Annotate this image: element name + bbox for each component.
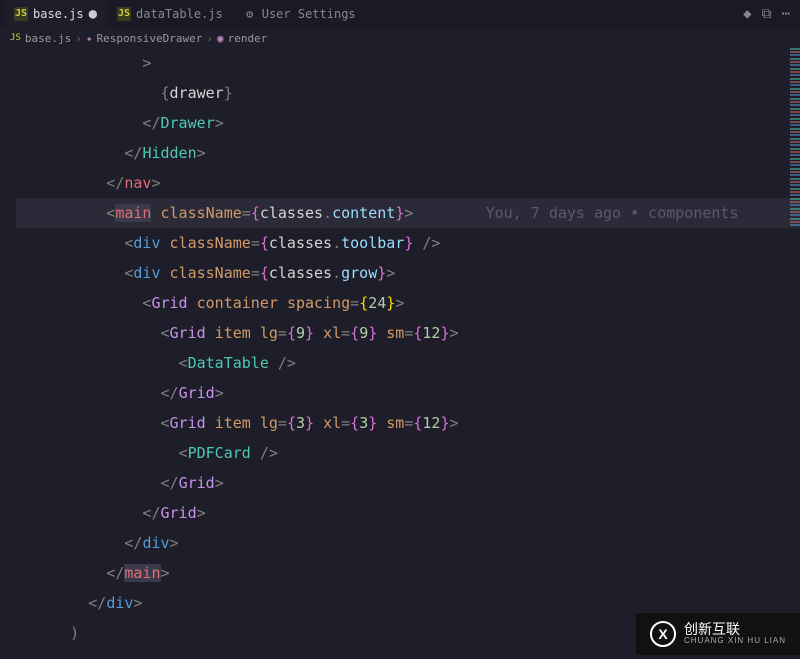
watermark-logo: X (650, 621, 676, 647)
compare-icon[interactable]: ◆ (743, 6, 751, 22)
js-icon: JS (117, 7, 131, 21)
more-icon[interactable]: ⋯ (782, 6, 790, 22)
class-icon: ✦ (86, 32, 93, 45)
split-icon[interactable]: ⧉ (762, 6, 772, 22)
watermark-text: 创新互联 (684, 622, 786, 637)
breadcrumb-item[interactable]: base.js (25, 32, 71, 45)
tab-user-settings[interactable]: ⚙ User Settings (233, 0, 366, 27)
js-icon: JS (10, 33, 21, 43)
tab-label: dataTable.js (136, 7, 223, 21)
method-icon: ◉ (217, 32, 224, 45)
modified-dot-icon: ● (89, 6, 97, 22)
tab-base-js[interactable]: JS base.js ● (4, 0, 107, 27)
breadcrumb-item[interactable]: render (228, 32, 268, 45)
breadcrumb-item[interactable]: ResponsiveDrawer (96, 32, 202, 45)
tab-actions: ◆ ⧉ ⋯ (743, 6, 796, 22)
code-editor[interactable]: > {drawer} </Drawer> </Hidden> </nav> <m… (0, 48, 800, 648)
tab-datatable-js[interactable]: JS dataTable.js (107, 0, 233, 27)
git-blame: You, 7 days ago • components (413, 204, 738, 222)
breadcrumb: JS base.js › ✦ ResponsiveDrawer › ◉ rend… (0, 28, 800, 48)
js-icon: JS (14, 7, 28, 21)
tab-bar: JS base.js ● JS dataTable.js ⚙ User Sett… (0, 0, 800, 28)
minimap[interactable] (790, 48, 800, 228)
chevron-right-icon: › (206, 32, 213, 45)
active-line: <main className={classes.content}> You, … (16, 198, 800, 228)
tab-label: base.js (33, 7, 84, 21)
watermark-sub: CHUANG XIN HU LIAN (684, 637, 786, 646)
watermark: X 创新互联 CHUANG XIN HU LIAN (636, 613, 800, 655)
gear-icon: ⚙ (243, 7, 257, 21)
tab-label: User Settings (262, 7, 356, 21)
chevron-right-icon: › (75, 32, 82, 45)
